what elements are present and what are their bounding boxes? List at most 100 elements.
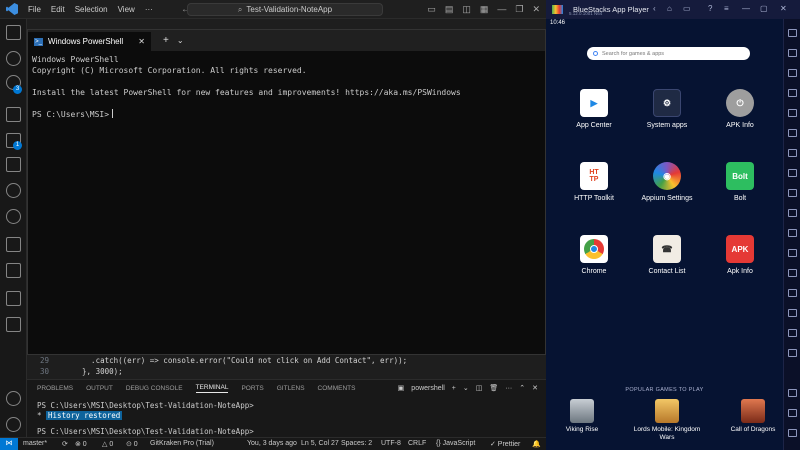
language-mode[interactable]: {} JavaScript	[436, 440, 475, 447]
git-blame[interactable]: You, 3 days ago	[247, 440, 297, 447]
search-bar[interactable]: Search for games & apps	[587, 47, 750, 60]
tab-gitlens[interactable]: GITLENS	[277, 385, 305, 392]
screenshot-icon[interactable]	[788, 209, 797, 217]
terminal-icon[interactable]	[6, 237, 21, 252]
gitkraken-icon[interactable]	[6, 209, 21, 224]
tab-terminal[interactable]: TERMINAL	[195, 384, 229, 393]
close-tab-icon[interactable]: ✕	[138, 37, 145, 46]
menu-view[interactable]: View	[118, 5, 135, 14]
powershell-window[interactable]: >_ Windows PowerShell ✕ + ⌄ Windows Powe…	[27, 29, 546, 355]
recent-icon[interactable]: ▭	[683, 4, 691, 13]
command-center[interactable]: ⌕ Test-Validation-NoteApp	[187, 3, 383, 16]
tab-output[interactable]: OUTPUT	[86, 385, 113, 392]
more-icon[interactable]: ···	[505, 385, 512, 392]
ports-count[interactable]: ⊙ 0	[126, 440, 138, 448]
docker-icon[interactable]	[6, 263, 21, 278]
remote-explorer-icon[interactable]	[6, 157, 21, 172]
maximize-panel-icon[interactable]: ⌃	[519, 384, 525, 392]
chevron-down-icon[interactable]: ⌄	[177, 36, 184, 45]
tab-comments[interactable]: COMMENTS	[318, 385, 356, 392]
record-icon[interactable]	[788, 229, 797, 237]
back-arrow-icon[interactable]	[788, 409, 797, 417]
back-icon[interactable]: ‹	[653, 4, 656, 13]
comments-icon[interactable]	[6, 317, 21, 332]
macro-icon[interactable]	[788, 129, 797, 137]
home-icon[interactable]	[788, 429, 797, 437]
powershell-tab[interactable]: >_ Windows PowerShell ✕	[28, 32, 151, 51]
new-terminal-icon[interactable]: +	[452, 385, 456, 392]
close-icon[interactable]: ✕	[780, 4, 787, 13]
terminal-name[interactable]: powershell	[411, 385, 444, 392]
app-chrome[interactable]: Chrome	[563, 235, 625, 275]
new-tab-icon[interactable]: +	[163, 35, 169, 46]
eco-mode-icon[interactable]	[788, 329, 797, 337]
keyboard-icon[interactable]	[788, 89, 797, 97]
cursor-position[interactable]: Ln 5, Col 27	[301, 440, 339, 447]
game-viking-rise[interactable]: Viking Rise	[547, 399, 617, 434]
app-system-apps[interactable]: ⚙ System apps	[636, 89, 698, 129]
azure-icon[interactable]	[6, 291, 21, 306]
gitlens-icon[interactable]	[6, 183, 21, 198]
errors-count[interactable]: ⊗ 0	[75, 440, 87, 448]
sync-icon[interactable]: ⟳	[62, 440, 68, 448]
layout-icon[interactable]: ▭	[427, 4, 436, 15]
more-icon[interactable]	[788, 349, 797, 357]
close-icon[interactable]: ✕	[532, 4, 540, 15]
gamepad-icon[interactable]	[788, 109, 797, 117]
explorer-icon[interactable]	[6, 25, 21, 40]
app-apk-info[interactable]: ⏻ APK Info	[709, 89, 771, 129]
split-icon[interactable]: ◫	[462, 4, 471, 15]
app-contact-list[interactable]: ☎ Contact List	[636, 235, 698, 275]
trash-icon[interactable]: 🗑	[489, 384, 498, 392]
help-icon[interactable]: ?	[708, 4, 712, 13]
run-debug-icon[interactable]	[6, 107, 21, 122]
app-bolt[interactable]: Bolt Bolt	[709, 162, 771, 202]
menu-icon[interactable]: ≡	[724, 4, 729, 13]
chevron-down-icon[interactable]: ⌄	[463, 384, 469, 392]
rotate-icon[interactable]	[788, 309, 797, 317]
android-home-screen[interactable]: 10:46 Search for games & apps ▶ App Cent…	[546, 19, 783, 450]
shake-icon[interactable]	[788, 289, 797, 297]
search-icon[interactable]	[6, 51, 21, 66]
minimize-icon[interactable]: —	[497, 4, 506, 15]
install-apk-icon[interactable]	[788, 189, 797, 197]
tab-ports[interactable]: PORTS	[241, 385, 263, 392]
split-terminal-icon[interactable]: ◫	[476, 384, 483, 392]
warnings-count[interactable]: △ 0	[102, 440, 113, 448]
prettier-status[interactable]: ✓ Prettier	[490, 440, 520, 448]
expand-icon[interactable]	[788, 29, 797, 37]
tab-debug-console[interactable]: DEBUG CONSOLE	[126, 385, 183, 392]
gitkraken-status[interactable]: GitKraken Pro (Trial)	[150, 440, 214, 447]
menu-more[interactable]: ···	[145, 5, 153, 14]
settings-gear-icon[interactable]	[6, 417, 21, 432]
maximize-icon[interactable]: ▢	[760, 4, 768, 13]
app-http-toolkit[interactable]: HT TP HTTP Toolkit	[563, 162, 625, 202]
multi-instance-icon[interactable]	[788, 149, 797, 157]
line-endings[interactable]: CRLF	[408, 440, 426, 447]
fullscreen-icon[interactable]	[788, 69, 797, 77]
notifications-bell-icon[interactable]: 🔔	[532, 440, 541, 448]
maximize-icon[interactable]: ❐	[515, 4, 523, 15]
sync-icon[interactable]	[788, 169, 797, 177]
app-appium-settings[interactable]: ◉ Appium Settings	[636, 162, 698, 202]
encoding[interactable]: UTF-8	[381, 440, 401, 447]
game-call-of-dragons[interactable]: Call of Dragons	[718, 399, 788, 434]
powershell-output[interactable]: Windows PowerShell Copyright (C) Microsof…	[28, 51, 545, 123]
app-app-center[interactable]: ▶ App Center	[563, 89, 625, 129]
volume-icon[interactable]	[788, 49, 797, 57]
layout-customize-icon[interactable]: ▦	[480, 4, 489, 15]
home-icon[interactable]: ⌂	[667, 4, 672, 13]
menu-file[interactable]: File	[28, 5, 41, 14]
remote-indicator[interactable]: ⋈	[0, 438, 18, 450]
tab-problems[interactable]: PROBLEMS	[37, 385, 73, 392]
settings-icon[interactable]	[788, 389, 797, 397]
indentation[interactable]: Spaces: 2	[341, 440, 372, 447]
location-icon[interactable]	[788, 269, 797, 277]
menu-selection[interactable]: Selection	[75, 5, 108, 14]
panel-toggle-icon[interactable]: ▤	[445, 4, 454, 15]
close-panel-icon[interactable]: ✕	[532, 384, 538, 392]
account-icon[interactable]	[6, 391, 21, 406]
game-lords-mobile[interactable]: Lords Mobile: Kingdom Wars	[629, 399, 705, 442]
minimize-icon[interactable]: —	[742, 4, 750, 13]
git-branch[interactable]: master*	[23, 440, 47, 447]
